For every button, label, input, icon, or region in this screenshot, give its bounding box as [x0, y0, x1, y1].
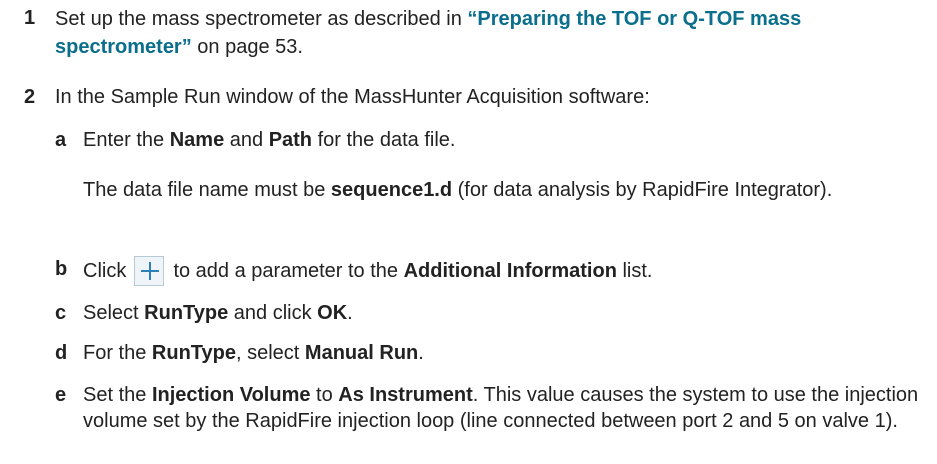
substep-text: Select RunType and click OK. — [83, 302, 353, 324]
note-text: The data file name must be sequence1.d (… — [83, 179, 833, 201]
plus-icon — [133, 256, 164, 286]
substep-text: Enter the Name and Path for the data fil… — [83, 129, 456, 151]
substep-text: Set the Injection Volume to As Instrumen… — [83, 384, 919, 432]
substep-letter: e — [55, 384, 67, 406]
substep-text: For the RunType, select Manual Run. — [83, 342, 424, 364]
substep-text: Click to add a parameter to the Addition… — [83, 256, 921, 286]
substep-letter: b — [55, 258, 68, 280]
substep-letter: d — [55, 342, 68, 364]
step-text: In the Sample Run window of the MassHunt… — [55, 86, 650, 108]
substep-letter: c — [55, 302, 67, 324]
step-number: 2 — [24, 86, 36, 108]
step-number: 1 — [24, 7, 36, 29]
substep-letter: a — [55, 129, 67, 151]
step-text: Set up the mass spectrometer as describe… — [55, 8, 802, 58]
document-page: 1 Set up the mass spectrometer as descri… — [0, 0, 937, 464]
